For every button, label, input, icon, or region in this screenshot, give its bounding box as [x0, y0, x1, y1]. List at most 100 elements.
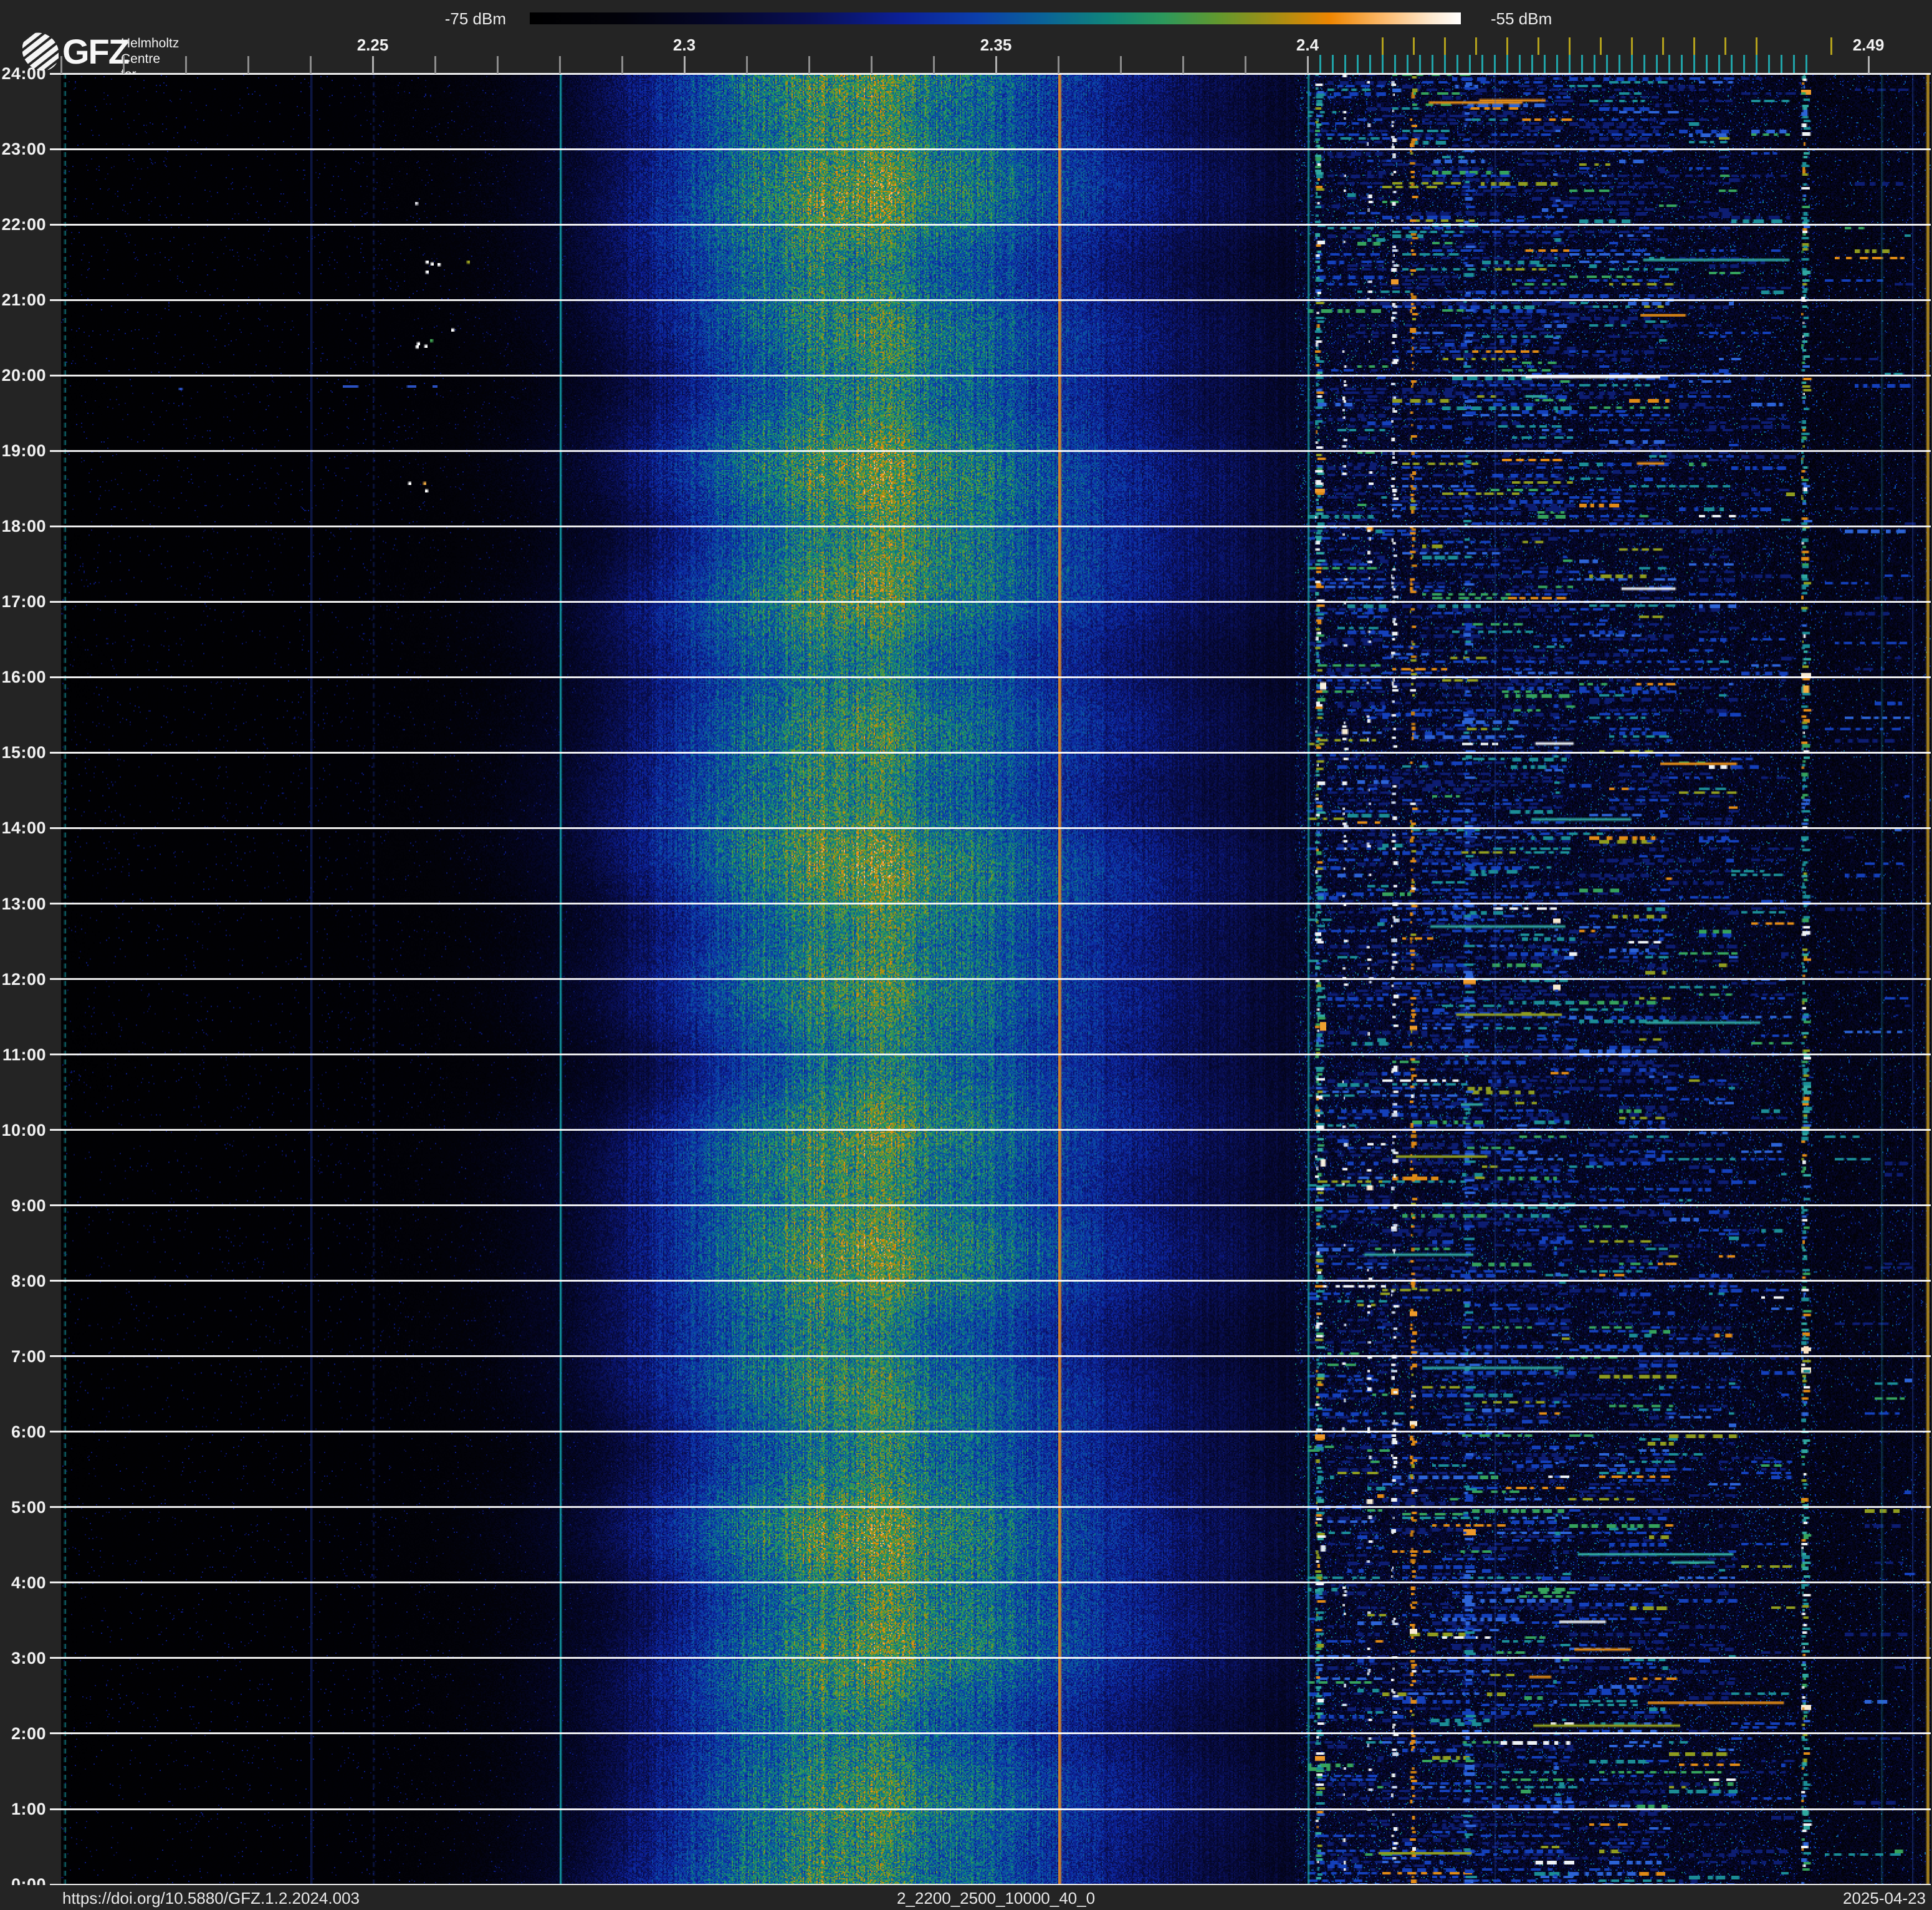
freq-minor-tick	[871, 56, 873, 74]
footer-bar: https://doi.org/10.5880/GFZ.1.2.2024.003…	[0, 1885, 1932, 1910]
hour-gridline	[50, 148, 1931, 150]
wifi-channel-tick	[1693, 37, 1695, 55]
ble-channel-tick	[1382, 55, 1384, 73]
time-tick-label: 4:00	[11, 1573, 46, 1592]
ble-channel-tick	[1718, 55, 1720, 73]
ble-channel-tick	[1481, 55, 1483, 73]
wifi-channel-tick	[1756, 37, 1757, 55]
time-tick-label: 21:00	[1, 290, 46, 310]
freq-minor-tick	[310, 56, 312, 74]
hour-gridline	[50, 751, 1931, 754]
freq-minor-tick	[247, 56, 249, 74]
time-tick-label: 15:00	[1, 743, 46, 762]
hour-gridline	[50, 1808, 1931, 1810]
ble-channel-tick	[1631, 55, 1633, 73]
ble-channel-tick	[1319, 55, 1321, 73]
ble-channel-tick	[1768, 55, 1770, 73]
spectrogram-page: GFZ Helmholtz Centre for Geosciences -75…	[0, 0, 1932, 1910]
freq-tick-label: 2.3	[672, 36, 696, 54]
freq-tick-label: 2.4	[1296, 36, 1319, 54]
time-tick-label: 13:00	[1, 894, 46, 913]
time-tick-label: 11:00	[2, 1045, 46, 1064]
hour-gridline	[50, 223, 1931, 226]
time-tick-label: 10:00	[1, 1120, 46, 1140]
hour-gridline	[50, 449, 1931, 452]
time-tick-label: 22:00	[1, 215, 46, 234]
ble-channel-tick	[1444, 55, 1446, 73]
freq-tick-label: 2.49	[1852, 36, 1885, 54]
ble-channel-tick	[1394, 55, 1396, 73]
time-tick-label: 7:00	[11, 1346, 46, 1366]
time-tick-label: 1:00	[11, 1800, 46, 1818]
ble-channel-tick	[1706, 55, 1708, 73]
hour-gridline	[50, 1581, 1931, 1584]
wifi-channel-tick	[1537, 37, 1539, 55]
ble-channel-tick	[1369, 55, 1371, 73]
ble-channel-tick	[1506, 55, 1508, 73]
hour-gridline	[50, 525, 1931, 527]
ble-channel-tick	[1519, 55, 1521, 73]
freq-minor-tick	[933, 56, 935, 74]
ble-channel-tick	[1756, 55, 1757, 73]
hour-gridline	[50, 903, 1931, 905]
time-tick-label: 17:00	[1, 592, 46, 612]
freq-minor-tick	[1058, 56, 1059, 74]
ble-channel-tick	[1793, 55, 1795, 73]
wifi-channel-tick	[1413, 37, 1415, 55]
ble-channel-tick	[1619, 55, 1620, 73]
ble-channel-tick	[1494, 55, 1496, 73]
ble-channel-tick	[1693, 55, 1695, 73]
ble-channel-tick	[1344, 55, 1346, 73]
hour-gridline	[50, 299, 1931, 301]
ble-channel-tick	[1731, 55, 1733, 73]
time-tick-label: 23:00	[1, 140, 46, 158]
wifi-channel-tick	[1631, 37, 1633, 55]
freq-major-tick	[1868, 56, 1870, 74]
ble-channel-tick	[1569, 55, 1571, 73]
ble-channel-tick	[1332, 55, 1334, 73]
wifi-channel-tick	[1506, 37, 1508, 55]
freq-minor-tick	[1182, 56, 1184, 74]
wifi-channel-tick	[1444, 37, 1446, 55]
time-tick-label: 8:00	[11, 1271, 46, 1290]
hour-gridline	[50, 72, 1931, 75]
ble-channel-tick	[1581, 55, 1583, 73]
time-tick-label: 18:00	[1, 517, 46, 536]
time-tick-label: 20:00	[1, 366, 46, 385]
hour-gridline	[50, 1129, 1931, 1131]
wifi-channel-tick	[1600, 37, 1602, 55]
freq-minor-tick	[434, 56, 436, 74]
hour-gridline	[50, 1431, 1931, 1433]
ble-channel-tick	[1556, 55, 1558, 73]
hour-gridline	[50, 1657, 1931, 1659]
ble-channel-tick	[1544, 55, 1546, 73]
ble-channel-tick	[1656, 55, 1658, 73]
hour-gridline	[50, 374, 1931, 377]
ble-channel-tick	[1781, 55, 1782, 73]
ble-channel-tick	[1456, 55, 1458, 73]
hour-gridline	[50, 1355, 1931, 1358]
time-tick-label: 9:00	[11, 1196, 46, 1215]
wifi-channel-tick	[1830, 37, 1832, 55]
time-tick-label: 14:00	[1, 818, 46, 838]
freq-minor-tick	[1245, 56, 1246, 74]
time-tick-label: 3:00	[11, 1648, 46, 1668]
ble-channel-tick	[1407, 55, 1408, 73]
freq-major-tick	[372, 56, 374, 74]
date-label: 2025-04-23	[1843, 1889, 1926, 1908]
ble-channel-tick	[1681, 55, 1683, 73]
hour-gridline	[50, 600, 1931, 603]
hour-gridline	[50, 676, 1931, 678]
ble-channel-tick	[1606, 55, 1608, 73]
hour-gridline	[50, 1053, 1931, 1055]
logo-brand-text: GFZ	[62, 32, 130, 71]
wifi-channel-tick	[1724, 37, 1726, 55]
doi-link[interactable]: https://doi.org/10.5880/GFZ.1.2.2024.003	[62, 1889, 360, 1908]
ble-channel-tick	[1432, 55, 1433, 73]
ble-channel-tick	[1643, 55, 1645, 73]
freq-minor-tick	[497, 56, 499, 74]
freq-minor-tick	[808, 56, 810, 74]
ble-channel-tick	[1743, 55, 1745, 73]
freq-minor-tick	[123, 56, 125, 74]
freq-minor-tick	[559, 56, 561, 74]
